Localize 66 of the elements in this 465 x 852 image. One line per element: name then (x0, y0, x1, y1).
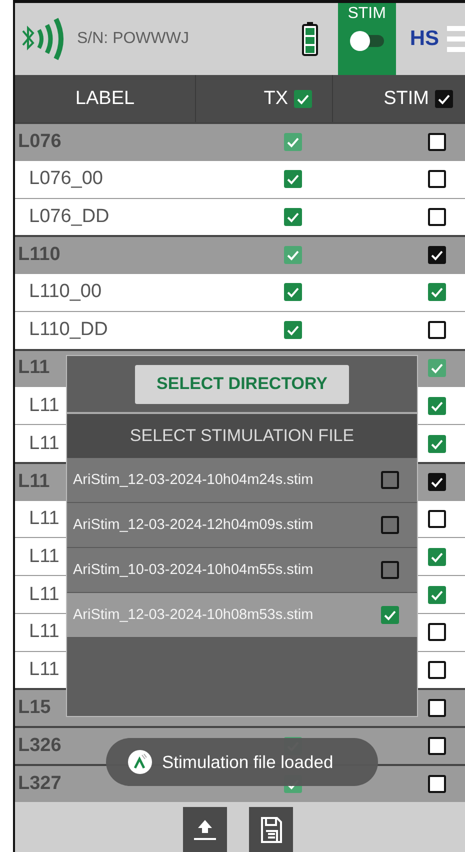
checkbox[interactable] (294, 90, 312, 108)
file-item[interactable]: AriStim_10-03-2024-10h04m55s.stim (67, 548, 417, 593)
checkbox[interactable] (284, 283, 302, 302)
checkbox[interactable] (428, 586, 446, 604)
checkbox[interactable] (284, 132, 302, 151)
app-icon (128, 750, 152, 774)
column-header: TX (264, 88, 288, 110)
row-label: L076_00 (28, 168, 103, 190)
group-label: L11 (17, 470, 50, 493)
row-label: L11 (28, 432, 60, 454)
file-item[interactable]: AriStim_12-03-2024-12h04m09s.stim (67, 503, 417, 548)
select-directory-button[interactable]: SELECT DIRECTORY (135, 364, 349, 404)
battery-icon (302, 22, 318, 56)
checkbox[interactable] (428, 132, 446, 151)
checkbox[interactable] (428, 510, 446, 528)
row-label: L11 (28, 546, 60, 568)
checkbox[interactable] (428, 623, 446, 642)
stim-label: STIM (348, 5, 386, 23)
upload-button[interactable] (182, 807, 226, 852)
checkbox[interactable] (428, 472, 446, 491)
column-header: LABEL (75, 88, 135, 110)
row-label: L11 (28, 621, 60, 644)
checkbox[interactable] (428, 396, 446, 415)
checkbox[interactable] (428, 548, 446, 566)
checkbox[interactable] (381, 471, 399, 489)
checkbox[interactable] (435, 90, 453, 108)
checkbox[interactable] (428, 737, 446, 756)
group-label: L110 (17, 244, 60, 266)
checkbox[interactable] (284, 208, 302, 226)
checkbox[interactable] (428, 283, 446, 302)
checkbox[interactable] (428, 208, 446, 226)
checkbox[interactable] (284, 321, 302, 340)
row-label: L076_DD (28, 206, 110, 228)
checkbox[interactable] (284, 170, 302, 188)
row-label: L110_00 (28, 281, 102, 304)
notification-toast: Stimulation file loaded (106, 738, 378, 786)
row-label: L110_DD (28, 319, 108, 342)
checkbox[interactable] (428, 661, 446, 680)
dialog-title: SELECT STIMULATION FILE (67, 414, 417, 458)
toggle-switch[interactable] (348, 31, 386, 51)
mode-label: HS (410, 27, 439, 51)
group-label: L11 (17, 357, 50, 380)
group-label: L326 (17, 735, 62, 758)
checkbox[interactable] (428, 434, 446, 452)
checkbox[interactable] (428, 321, 446, 340)
file-item[interactable]: AriStim_12-03-2024-10h04m24s.stim (67, 458, 417, 503)
checkbox[interactable] (428, 246, 446, 264)
save-button[interactable] (248, 807, 292, 852)
group-label: L327 (17, 772, 62, 795)
row-label: L11 (28, 584, 60, 606)
column-header: STIM (384, 88, 429, 110)
checkbox[interactable] (428, 774, 446, 793)
row-label: L11 (28, 394, 60, 417)
file-item[interactable]: AriStim_12-03-2024-10h08m53s.stim (67, 593, 417, 638)
checkbox[interactable] (381, 561, 399, 579)
checkbox[interactable] (428, 359, 446, 378)
group-label: L076 (17, 130, 62, 153)
checkbox[interactable] (428, 699, 446, 718)
checkbox[interactable] (381, 516, 399, 534)
checkbox[interactable] (381, 606, 399, 624)
group-label: L15 (17, 697, 51, 720)
serial-number: S/N: POWWWJ (77, 30, 190, 48)
row-label: L11 (28, 508, 60, 530)
row-label: L11 (28, 659, 60, 682)
checkbox[interactable] (428, 170, 446, 188)
checkbox[interactable] (284, 246, 302, 264)
